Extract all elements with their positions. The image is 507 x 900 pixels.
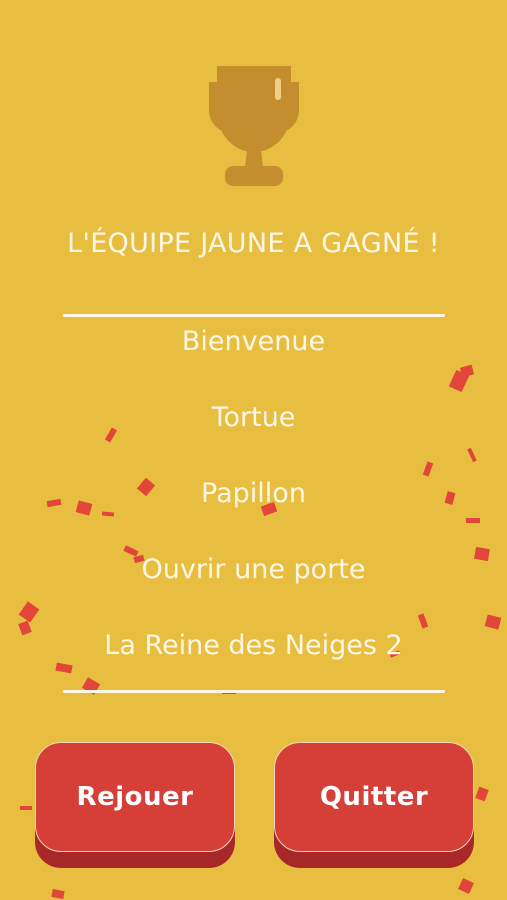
replay-button[interactable]: Rejouer — [35, 742, 235, 868]
results-screen: L'ÉQUIPE JAUNE A GAGNÉ ! Bienvenue Tortu… — [0, 0, 507, 900]
top-divider — [63, 314, 445, 317]
list-item: Tortue — [211, 402, 296, 433]
list-item: Papillon — [201, 478, 306, 509]
quit-button[interactable]: Quitter — [274, 742, 474, 868]
replay-button-label: Rejouer — [76, 782, 194, 812]
quit-button-face[interactable]: Quitter — [274, 742, 474, 852]
list-item: Bienvenue — [181, 326, 326, 357]
word-list: Bienvenue Tortue Papillon Ouvrir une por… — [0, 322, 507, 702]
winner-title: L'ÉQUIPE JAUNE A GAGNÉ ! — [67, 228, 440, 259]
list-item: Ouvrir une porte — [141, 554, 366, 585]
trophy-icon — [209, 66, 299, 186]
quit-button-label: Quitter — [319, 782, 429, 812]
bottom-divider — [63, 690, 445, 693]
replay-button-face[interactable]: Rejouer — [35, 742, 235, 852]
